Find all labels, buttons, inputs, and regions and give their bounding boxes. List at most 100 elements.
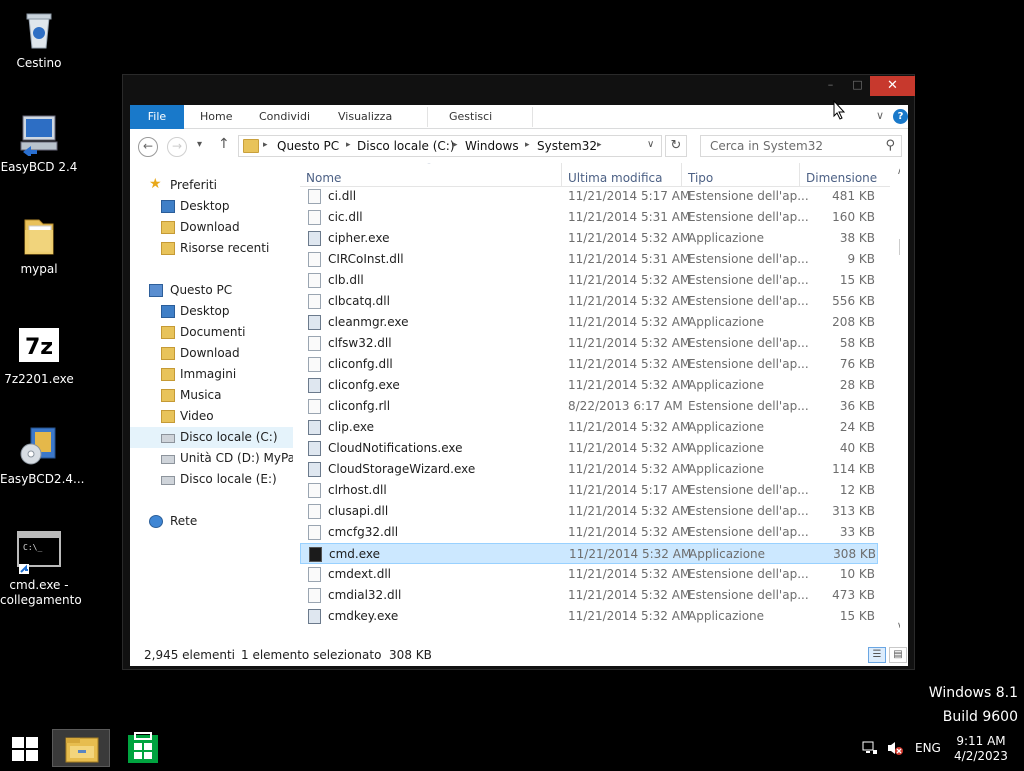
vertical-scrollbar[interactable]: ∧ ∨ <box>895 163 900 637</box>
desktop-icon-mypal[interactable]: mypal <box>0 214 78 277</box>
table-row[interactable]: clrhost.dll 11/21/2014 5:17 AM Estensione … <box>300 480 878 501</box>
dll-file-icon <box>308 273 321 288</box>
tab-view[interactable]: Visualizza <box>338 105 392 129</box>
nav-pc-music[interactable]: Musica <box>130 385 293 406</box>
nav-pc-download[interactable]: Download <box>130 343 293 364</box>
nav-pc-local-disk-c[interactable]: Disco locale (C:) <box>130 427 293 448</box>
nav-pc-desktop[interactable]: Desktop <box>130 301 293 322</box>
forward-button[interactable]: → <box>167 137 187 157</box>
language-indicator[interactable]: ENG <box>915 741 941 755</box>
maximize-button[interactable]: □ <box>844 76 871 96</box>
table-row[interactable]: cleanmgr.exe 11/21/2014 5:32 AM Applicazio… <box>300 312 878 333</box>
svg-text:7z: 7z <box>25 335 53 360</box>
nav-pc-documents[interactable]: Documenti <box>130 322 293 343</box>
help-icon[interactable]: ? <box>893 109 908 124</box>
recent-locations-chevron-icon[interactable]: ▾ <box>197 139 202 150</box>
scroll-up-icon[interactable]: ∧ <box>897 167 900 177</box>
large-icons-view-button[interactable]: ▤ <box>889 647 907 663</box>
cell-size: 208 KB <box>832 315 875 329</box>
cell-date: 11/21/2014 5:32 AM <box>568 588 691 602</box>
nav-fav-desktop[interactable]: Desktop <box>130 196 293 217</box>
nav-this-pc[interactable]: Questo PC <box>130 280 293 301</box>
table-row[interactable]: clbcatq.dll 11/21/2014 5:32 AM Estensione … <box>300 291 878 312</box>
cmd-shortcut-icon: C:\_ <box>17 530 61 574</box>
desktop-folder-icon <box>161 200 175 213</box>
tab-share[interactable]: Condividi <box>259 105 310 129</box>
chevron-right-icon[interactable]: ▸ <box>525 140 530 150</box>
taskbar-file-explorer[interactable] <box>52 729 110 767</box>
column-size[interactable]: Dimensione <box>800 163 880 187</box>
table-row[interactable]: cmdial32.dll 11/21/2014 5:32 AM Estensione… <box>300 585 878 606</box>
back-button[interactable]: ← <box>138 137 158 157</box>
address-dropdown-chevron-icon[interactable]: ∨ <box>647 139 654 150</box>
ribbon: File Home Condividi Visualizza Gestisci … <box>130 105 908 129</box>
nav-pc-pictures[interactable]: Immagini <box>130 364 293 385</box>
up-button[interactable]: ↑ <box>218 136 230 152</box>
chevron-right-icon[interactable]: ▸ <box>346 140 351 150</box>
table-row[interactable]: cipher.exe 11/21/2014 5:32 AM Applicazione… <box>300 228 878 249</box>
column-header: ˄ Nome Ultima modifica Tipo Dimensione <box>300 163 890 187</box>
taskbar-store[interactable] <box>114 729 172 767</box>
network-tray-icon[interactable] <box>862 740 878 759</box>
search-box[interactable]: Cerca in System32 ⚲ <box>700 135 902 157</box>
details-view-button[interactable]: ☰ <box>868 647 886 663</box>
column-name[interactable]: Nome <box>300 163 562 187</box>
refresh-button[interactable]: ↻ <box>665 135 687 157</box>
nav-pc-cd-drive-d[interactable]: Unità CD (D:) MyPal <box>130 448 293 469</box>
table-row[interactable]: CIRCoInst.dll 11/21/2014 5:31 AM Estension… <box>300 249 878 270</box>
address-bar[interactable]: ▸ Questo PC ▸ Disco locale (C:) ▸ Window… <box>238 135 662 157</box>
tab-home[interactable]: Home <box>200 105 232 129</box>
minimize-button[interactable]: – <box>817 76 844 96</box>
tab-manage[interactable]: Gestisci <box>449 105 492 129</box>
desktop-icon-easybcd[interactable]: EasyBCD 2.4 <box>0 112 78 175</box>
cell-date: 11/21/2014 5:32 AM <box>568 336 691 350</box>
desktop-icon-7z2201[interactable]: 7z 7z2201.exe <box>0 324 78 387</box>
desktop-icon-recycle-bin[interactable]: Cestino <box>0 8 78 71</box>
table-row[interactable]: cmcfg32.dll 11/21/2014 5:32 AM Estensione … <box>300 522 878 543</box>
pictures-folder-icon <box>161 368 175 381</box>
nav-pc-local-disk-e[interactable]: Disco locale (E:) <box>130 469 293 490</box>
ribbon-expand-chevron-icon[interactable]: ∨ <box>876 109 884 122</box>
breadcrumb-system32[interactable]: System32 <box>537 139 597 153</box>
column-date[interactable]: Ultima modifica <box>562 163 682 187</box>
table-row[interactable]: CloudNotifications.exe 11/21/2014 5:32 AM… <box>300 438 878 459</box>
table-row[interactable]: ci.dll 11/21/2014 5:17 AM Estensione dell'… <box>300 186 878 207</box>
table-row[interactable]: clip.exe 11/21/2014 5:32 AM Applicazione 24… <box>300 417 878 438</box>
table-row[interactable]: cic.dll 11/21/2014 5:31 AM Estensione dell… <box>300 207 878 228</box>
search-input[interactable]: Cerca in System32 <box>710 139 823 153</box>
title-bar[interactable]: – □ ✕ <box>123 75 915 105</box>
scroll-down-icon[interactable]: ∨ <box>897 621 900 631</box>
table-row[interactable]: clb.dll 11/21/2014 5:32 AM Estensione dell… <box>300 270 878 291</box>
table-row[interactable]: cliconfg.exe 11/21/2014 5:32 AM Applicazio… <box>300 375 878 396</box>
chevron-right-icon[interactable]: ▸ <box>263 140 268 150</box>
table-row-selected[interactable]: cmd.exe 11/21/2014 5:32 AM Applicazione 308… <box>300 543 878 564</box>
table-row[interactable]: cmdkey.exe 11/21/2014 5:32 AM Applicazione… <box>300 606 878 627</box>
nav-fav-recent[interactable]: Risorse recenti <box>130 238 293 259</box>
taskbar-clock[interactable]: 9:11 AM 4/2/2023 <box>952 734 1010 764</box>
start-button[interactable] <box>12 737 38 761</box>
close-button[interactable]: ✕ <box>870 76 915 96</box>
breadcrumb-windows[interactable]: Windows <box>465 139 519 153</box>
breadcrumb-local-disk[interactable]: Disco locale (C:) <box>357 139 455 153</box>
cell-size: 556 KB <box>832 294 875 308</box>
desktop-icon-easybcd-installer[interactable]: EasyBCD2.4... <box>0 424 84 487</box>
volume-muted-icon[interactable] <box>886 740 904 759</box>
nav-favorites[interactable]: ★ Preferiti <box>130 175 293 196</box>
chevron-right-icon[interactable]: ▸ <box>597 140 602 150</box>
chevron-right-icon[interactable]: ▸ <box>453 140 458 150</box>
nav-network[interactable]: Rete <box>130 511 293 532</box>
nav-pc-video[interactable]: Video <box>130 406 293 427</box>
table-row[interactable]: cliconfg.rll 8/22/2013 6:17 AM Estensione … <box>300 396 878 417</box>
table-row[interactable]: clfsw32.dll 11/21/2014 5:32 AM Estensione … <box>300 333 878 354</box>
selection-info: 1 elemento selezionato 308 KB <box>241 648 432 662</box>
column-type[interactable]: Tipo <box>682 163 800 187</box>
table-row[interactable]: cliconfg.dll 11/21/2014 5:32 AM Estensione… <box>300 354 878 375</box>
desktop-icon-cmd-shortcut[interactable]: C:\_ cmd.exe - collegamento <box>0 530 82 608</box>
tab-file[interactable]: File <box>130 105 184 129</box>
breadcrumb-this-pc[interactable]: Questo PC <box>277 139 339 153</box>
table-row[interactable]: cmdext.dll 11/21/2014 5:32 AM Estensione d… <box>300 564 878 585</box>
table-row[interactable]: CloudStorageWizard.exe 11/21/2014 5:32 AM… <box>300 459 878 480</box>
scrollbar-thumb[interactable] <box>899 239 900 255</box>
nav-fav-download[interactable]: Download <box>130 217 293 238</box>
table-row[interactable]: clusapi.dll 11/21/2014 5:32 AM Estensione … <box>300 501 878 522</box>
